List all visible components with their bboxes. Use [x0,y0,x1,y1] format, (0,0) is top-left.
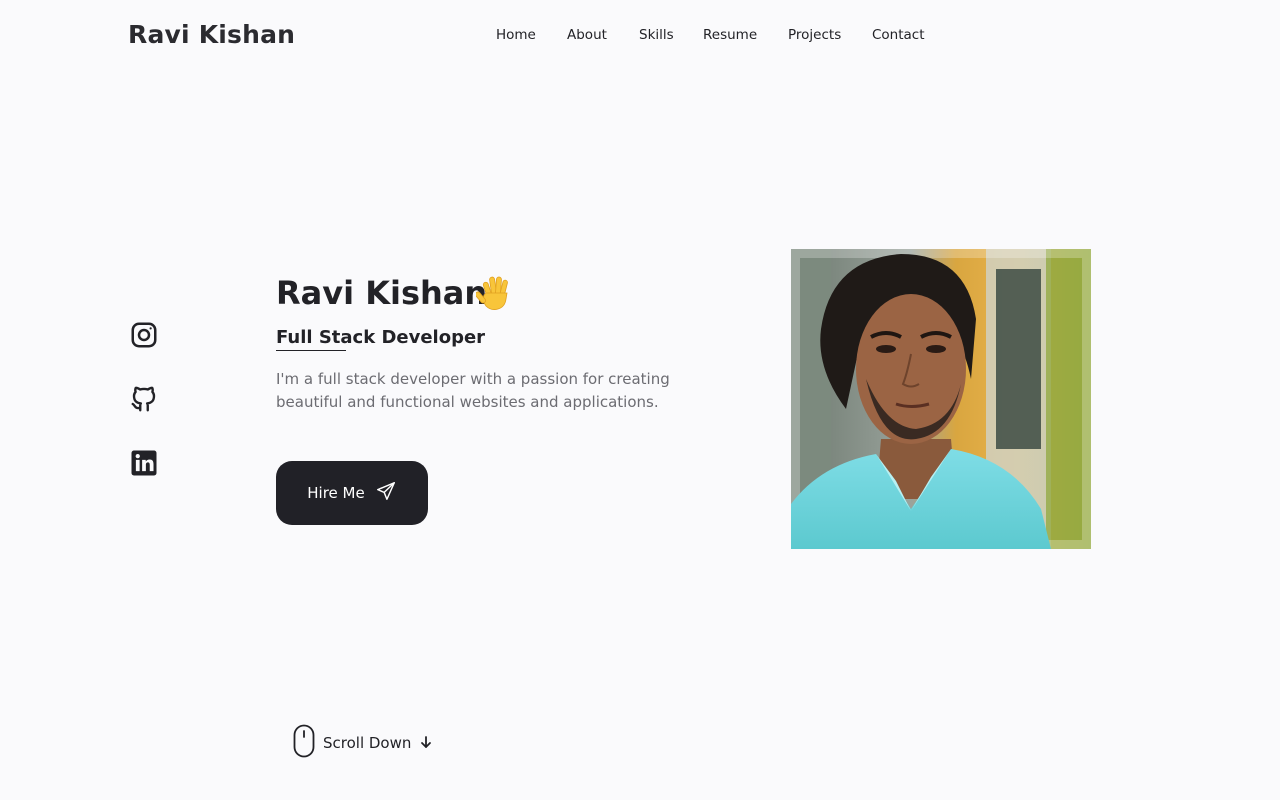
instagram-icon[interactable] [128,319,160,351]
hire-me-label: Hire Me [307,484,365,502]
nav-projects[interactable]: Projects [788,27,841,43]
linkedin-icon[interactable] [128,447,160,479]
waving-hand-icon [475,273,516,313]
scroll-down-button[interactable]: Scroll Down [293,724,433,762]
profile-photo [791,249,1091,549]
nav-skills[interactable]: Skills [639,27,674,43]
main-nav: Home About Skills Resume Projects Contac… [0,27,1280,47]
arrow-down-icon [419,734,433,753]
scroll-down-label: Scroll Down [323,734,412,752]
nav-about[interactable]: About [567,27,607,43]
hero-name: Ravi Kishan [276,274,488,312]
page: Ravi Kishan Home About Skills Resume Pro… [0,0,1280,800]
role-underline [276,350,346,351]
github-icon[interactable] [128,383,160,415]
hero-role: Full Stack Developer [276,327,486,348]
hire-me-button[interactable]: Hire Me [276,461,428,525]
nav-home[interactable]: Home [496,27,536,43]
mouse-icon [293,724,315,762]
nav-resume[interactable]: Resume [703,27,757,43]
send-icon [375,480,397,506]
hero-description: I'm a full stack developer with a passio… [276,370,670,411]
nav-contact[interactable]: Contact [872,27,925,43]
